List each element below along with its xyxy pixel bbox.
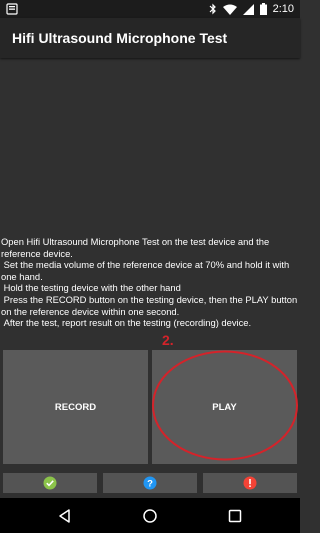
- navigation-bar: [0, 498, 300, 533]
- home-icon[interactable]: [141, 507, 159, 525]
- app-bar: Hifi Ultrasound Microphone Test: [0, 18, 300, 58]
- battery-icon: [259, 3, 267, 15]
- play-button-label: PLAY: [212, 401, 237, 413]
- info-button[interactable]: ?: [103, 473, 197, 493]
- question-icon: ?: [143, 476, 157, 490]
- notification-icon: [6, 3, 18, 15]
- fail-button[interactable]: [203, 473, 297, 493]
- record-button[interactable]: RECORD: [3, 350, 148, 464]
- wifi-icon: [222, 4, 237, 15]
- check-icon: [43, 476, 57, 490]
- clock: 2:10: [272, 3, 294, 15]
- page-title: Hifi Ultrasound Microphone Test: [12, 30, 228, 46]
- instructions-text: Open Hifi Ultrasound Microphone Test on …: [1, 236, 298, 329]
- back-icon[interactable]: [56, 507, 74, 525]
- step-annotation-label: 2.: [162, 332, 174, 348]
- play-button[interactable]: PLAY: [152, 350, 297, 464]
- pass-button[interactable]: [3, 473, 97, 493]
- alert-icon: [243, 476, 257, 490]
- signal-icon: [242, 3, 254, 15]
- svg-text:?: ?: [147, 479, 153, 490]
- status-bar: 2:10: [0, 0, 300, 18]
- recents-icon[interactable]: [226, 507, 244, 525]
- record-button-label: RECORD: [54, 401, 97, 413]
- bluetooth-icon: [209, 3, 216, 15]
